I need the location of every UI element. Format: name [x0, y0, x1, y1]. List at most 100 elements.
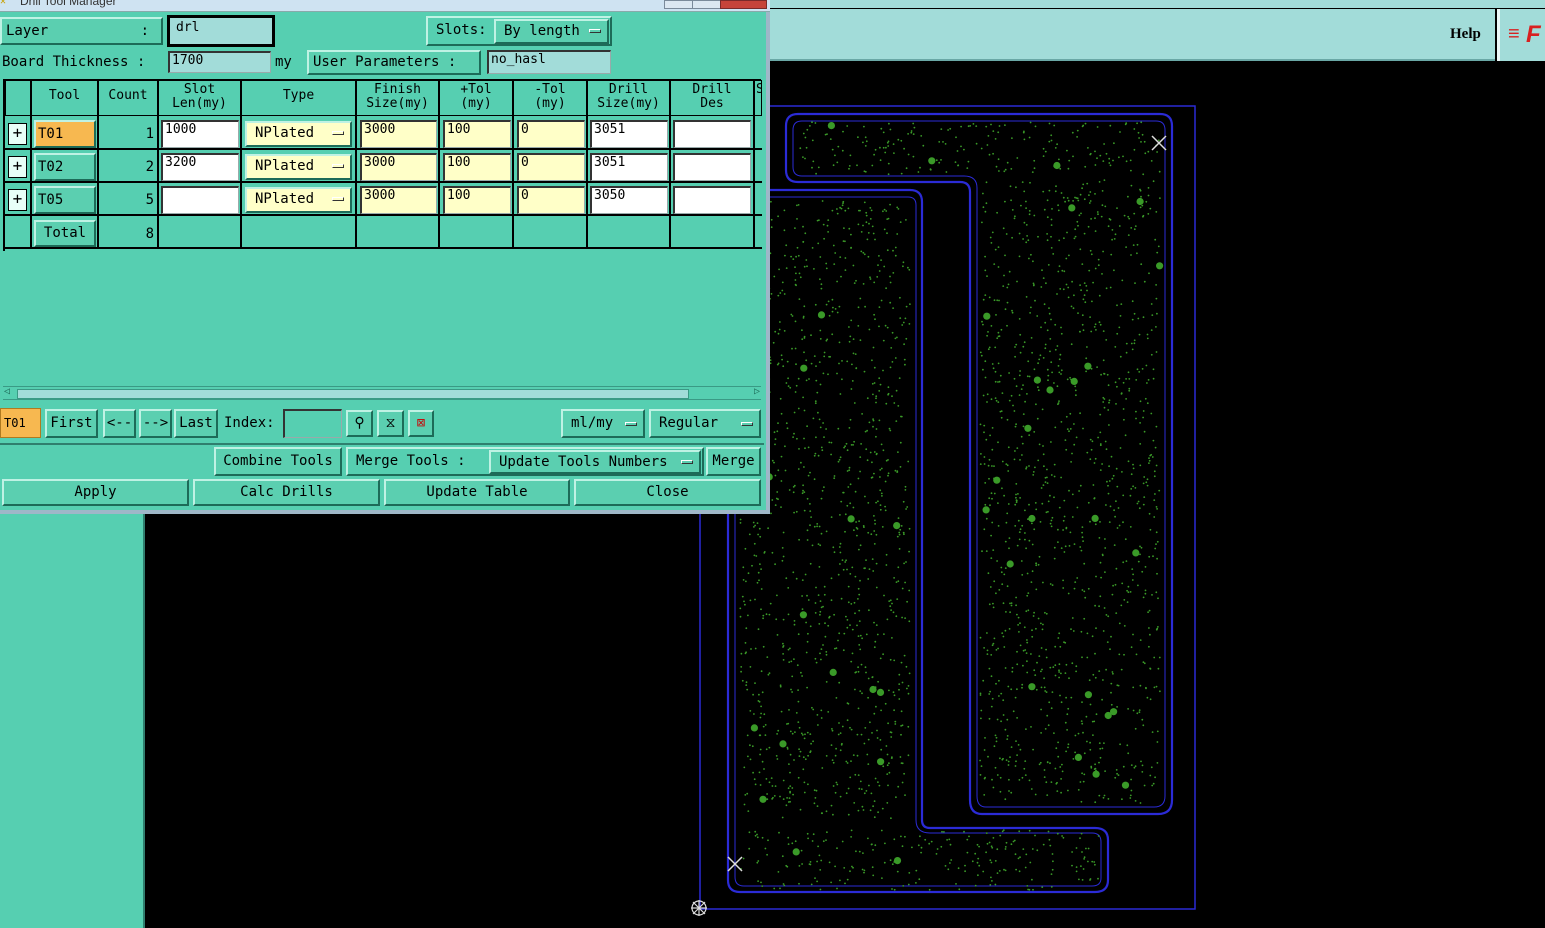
mode-dropdown[interactable]: Regular [649, 409, 761, 438]
user-parameters-button[interactable]: User Parameters : [307, 50, 481, 75]
current-tool-indicator: T01 [0, 408, 41, 438]
scrollbar-thumb[interactable] [17, 389, 689, 399]
drill-size-input[interactable]: 3050 [590, 186, 668, 214]
tool-button[interactable]: T05 [34, 186, 96, 214]
row-expand-icon[interactable]: + [8, 156, 27, 178]
chevron-down-icon [332, 164, 344, 168]
dialog-titlebar[interactable]: ✕ Drill Tool Manager [0, 0, 770, 12]
header-expand [5, 80, 31, 116]
header-finish-size: Finish Size(my) [356, 80, 439, 116]
chevron-down-icon [332, 131, 344, 135]
scroll-right-icon[interactable]: ▷ [754, 386, 760, 397]
chevron-down-icon [625, 422, 637, 426]
drill-des-input[interactable] [673, 120, 751, 148]
row-expand-icon[interactable]: + [8, 189, 27, 211]
layer-label-box: Layer: [0, 17, 163, 45]
divider [0, 443, 764, 445]
combine-tools-button[interactable]: Combine Tools [214, 447, 342, 476]
prev-button[interactable]: <-- [103, 409, 136, 438]
total-count: 8 [145, 226, 154, 242]
minus-tol-input[interactable]: 0 [517, 186, 585, 214]
left-part-outline [726, 188, 1110, 894]
first-button[interactable]: First [45, 409, 98, 438]
slots-dropdown[interactable]: By length [494, 19, 609, 44]
header-slot-len: Slot Len(my) [158, 80, 241, 116]
select-icon[interactable]: ⧖ [377, 410, 404, 437]
table-horizontal-scrollbar[interactable]: ◁ ▷ [3, 386, 761, 400]
merge-button[interactable]: Merge [706, 447, 761, 476]
header-type: Type [241, 80, 356, 116]
app-logo: F [1526, 21, 1541, 48]
header-plus-tol: +Tol (my) [439, 80, 513, 116]
tool-count: 5 [145, 192, 154, 208]
thickness-input[interactable]: 1700 [168, 51, 271, 73]
type-dropdown[interactable]: NPlated [245, 187, 352, 213]
next-button[interactable]: --> [139, 409, 172, 438]
calc-drills-button[interactable]: Calc Drills [193, 479, 380, 506]
total-button: Total [34, 220, 96, 247]
update-table-button[interactable]: Update Table [384, 479, 570, 506]
header-minus-tol: -Tol (my) [513, 80, 587, 116]
slot-length-input[interactable]: 1000 [161, 120, 239, 148]
layer-input[interactable]: drl [167, 15, 275, 47]
left-side-panel [0, 512, 145, 928]
chevron-down-icon [741, 422, 753, 426]
drill-des-input[interactable] [673, 186, 751, 214]
drill-hits [739, 121, 1164, 891]
app-toolbar [770, 9, 1495, 61]
header-tool: Tool [31, 80, 98, 116]
thickness-label: Board Thickness : [2, 54, 146, 70]
thickness-unit: my [275, 54, 292, 70]
plus-tol-input[interactable]: 100 [443, 120, 511, 148]
drill-size-input[interactable]: 3051 [590, 120, 668, 148]
app-logo-box: ≡ F [1497, 9, 1545, 61]
minimize-button[interactable] [664, 0, 693, 9]
find-icon[interactable]: ⚲ [346, 410, 373, 437]
tool-count: 1 [145, 126, 154, 142]
plus-tol-input[interactable]: 100 [443, 153, 511, 181]
merge-tools-label: Merge Tools : [356, 453, 466, 469]
units-dropdown[interactable]: ml/my [561, 409, 645, 438]
window-close-button[interactable] [720, 0, 767, 9]
minus-tol-input[interactable]: 0 [517, 153, 585, 181]
minus-tol-input[interactable]: 0 [517, 120, 585, 148]
board-outer-outline [699, 105, 1196, 910]
index-label: Index: [224, 415, 275, 431]
app-top-strip [770, 0, 1545, 8]
finish-size-input[interactable]: 3000 [360, 120, 437, 148]
tool-count: 2 [145, 159, 154, 175]
header-more: S [754, 80, 762, 116]
maximize-button[interactable] [692, 0, 721, 9]
index-input[interactable] [283, 409, 342, 438]
drill-des-input[interactable] [673, 153, 751, 181]
row-expand-icon[interactable]: + [8, 123, 27, 145]
slots-label: Slots: [436, 22, 487, 38]
header-drill-size: Drill Size(my) [587, 80, 670, 116]
finish-size-input[interactable]: 3000 [360, 186, 437, 214]
window-title: Drill Tool Manager [20, 0, 117, 8]
type-dropdown[interactable]: NPlated [245, 154, 352, 180]
header-drill-des: Drill Des [670, 80, 754, 116]
tool-button[interactable]: T02 [34, 153, 96, 181]
chevron-down-icon [681, 460, 693, 464]
scroll-left-icon[interactable]: ◁ [4, 386, 10, 397]
delete-icon[interactable]: ⊠ [408, 410, 434, 437]
header-count: Count [98, 80, 158, 116]
drill-size-input[interactable]: 3051 [590, 153, 668, 181]
slot-length-input[interactable]: 3200 [161, 153, 239, 181]
user-parameters-input[interactable]: no_hasl [487, 50, 611, 74]
last-button[interactable]: Last [174, 409, 218, 438]
origin-icon [691, 900, 707, 916]
plus-tol-input[interactable]: 100 [443, 186, 511, 214]
chevron-down-icon [332, 197, 344, 201]
window-icon: ✕ [0, 0, 7, 7]
slot-length-input[interactable] [161, 186, 239, 214]
close-button[interactable]: Close [574, 479, 761, 506]
merge-tools-dropdown[interactable]: Update Tools Numbers [489, 450, 701, 474]
tool-button[interactable]: T01 [34, 120, 96, 148]
chevron-down-icon [589, 29, 601, 33]
help-menu[interactable]: Help [1450, 26, 1481, 43]
apply-button[interactable]: Apply [2, 479, 189, 506]
type-dropdown[interactable]: NPlated [245, 121, 352, 147]
finish-size-input[interactable]: 3000 [360, 153, 437, 181]
